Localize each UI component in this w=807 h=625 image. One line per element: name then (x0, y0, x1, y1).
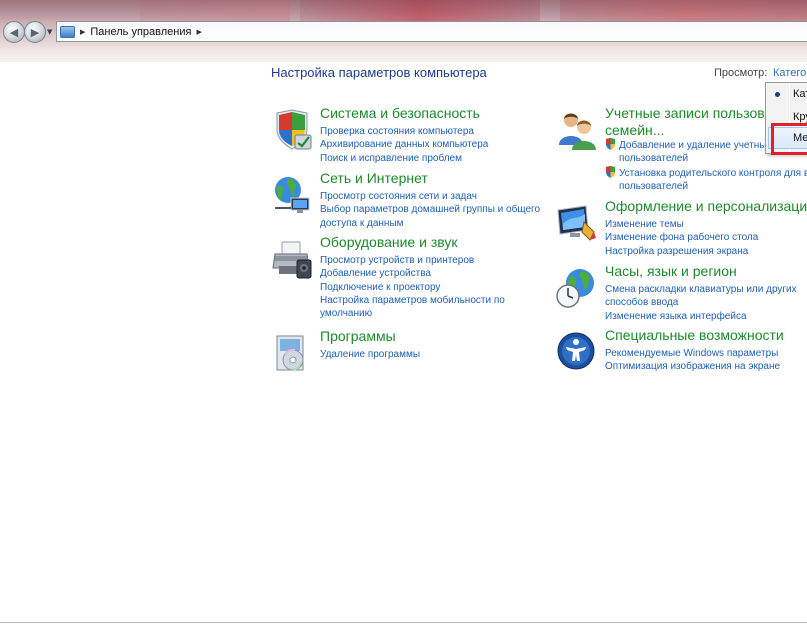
link-homegroup[interactable]: Выбор параметров домашней группы и общег… (320, 203, 570, 216)
breadcrumb-chevron-icon[interactable]: ▶ (196, 28, 201, 36)
uac-shield-icon (606, 138, 615, 150)
link-keyboard-layout-cont[interactable]: способов ввода (605, 296, 807, 309)
programs-icon[interactable] (271, 332, 313, 374)
category-title[interactable]: Сеть и Интернет (320, 170, 428, 187)
menu-item-category[interactable]: Кат (766, 84, 807, 104)
link-backup[interactable]: Архивирование данных компьютера (320, 138, 570, 151)
link-homegroup-cont[interactable]: доступа к данным (320, 217, 570, 230)
page-title: Настройка параметров компьютера (271, 65, 487, 80)
link-devices-printers[interactable]: Просмотр устройств и принтеров (320, 254, 570, 267)
shield-icon[interactable] (271, 109, 313, 151)
recent-pages-dropdown-icon[interactable]: ▼ (47, 28, 52, 36)
users-icon[interactable] (556, 109, 598, 151)
radio-bullet-icon (775, 92, 780, 97)
network-globe-icon[interactable] (271, 174, 313, 216)
highlight-annotation-box (771, 123, 807, 155)
category-title[interactable]: Оборудование и звук (320, 234, 458, 251)
link-screen-resolution[interactable]: Настройка разрешения экрана (605, 245, 807, 258)
link-optimize-display[interactable]: Оптимизация изображения на экране (605, 360, 807, 373)
back-button[interactable]: ◀ (3, 21, 25, 43)
breadcrumb-chevron-icon[interactable]: ▶ (80, 28, 85, 36)
clock-globe-icon[interactable] (556, 267, 598, 309)
link-mobility[interactable]: Настройка параметров мобильности по (320, 294, 570, 307)
link-projector[interactable]: Подключение к проектору (320, 281, 570, 294)
view-by-label: Просмотр: (714, 67, 768, 79)
link-display-language[interactable]: Изменение языка интерфейса (605, 310, 807, 323)
arrow-left-icon: ◀ (9, 25, 19, 39)
category-title-cont[interactable]: семейн... (605, 122, 664, 139)
category-title[interactable]: Оформление и персонализация (605, 198, 807, 215)
breadcrumb-control-panel[interactable]: Панель управления (90, 26, 191, 38)
window-bottom-border (0, 622, 807, 623)
arrow-right-icon: ▶ (30, 25, 40, 39)
link-parental-controls[interactable]: Установка родительского контроля для все (605, 165, 807, 180)
forward-button[interactable]: ▶ (24, 21, 46, 43)
link-change-theme[interactable]: Изменение темы (605, 218, 807, 231)
category-title[interactable]: Учетные записи пользовате (605, 105, 786, 122)
link-change-background[interactable]: Изменение фона рабочего стола (605, 231, 807, 244)
address-bar[interactable]: ▶ Панель управления ▶ (56, 21, 807, 42)
link-keyboard-layout[interactable]: Смена раскладки клавиатуры или других (605, 283, 807, 296)
control-panel-icon (60, 25, 75, 38)
link-recommended-settings[interactable]: Рекомендуемые Windows параметры (605, 347, 807, 360)
link-uninstall[interactable]: Удаление программы (320, 348, 570, 361)
view-by-dropdown[interactable]: Категор (773, 67, 807, 79)
link-check-status[interactable]: Проверка состояния компьютера (320, 125, 570, 138)
link-troubleshoot[interactable]: Поиск и исправление проблем (320, 152, 570, 165)
link-mobility-cont[interactable]: умолчанию (320, 307, 570, 320)
link-parental-controls-cont[interactable]: пользователей (605, 180, 807, 193)
category-title[interactable]: Специальные возможности (605, 327, 784, 344)
category-title[interactable]: Программы (320, 328, 396, 345)
printer-icon[interactable] (271, 238, 313, 280)
uac-shield-icon (606, 165, 615, 178)
link-add-device[interactable]: Добавление устройства (320, 267, 570, 280)
monitor-icon[interactable] (556, 202, 598, 244)
category-title[interactable]: Система и безопасность (320, 105, 480, 122)
accessibility-icon[interactable] (556, 331, 598, 373)
link-network-status[interactable]: Просмотр состояния сети и задач (320, 190, 570, 203)
category-title[interactable]: Часы, язык и регион (605, 263, 737, 280)
